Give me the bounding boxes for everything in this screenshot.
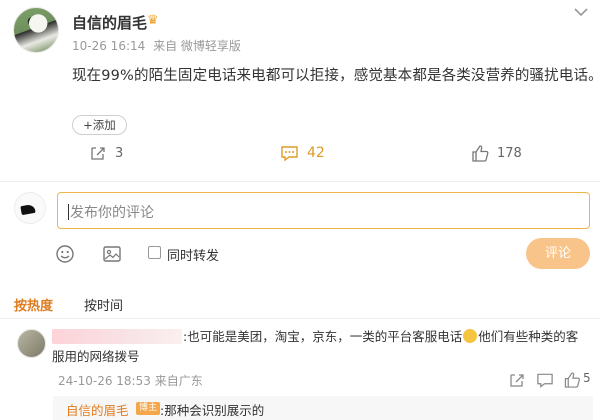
commenter-name-redacted — [52, 329, 182, 344]
image-icon[interactable] — [102, 244, 122, 264]
reply-username[interactable]: 自信的眉毛 — [66, 400, 129, 419]
author-badge: 博主 — [136, 402, 161, 415]
comment-timestamp: 24-10-26 18:53 — [58, 374, 151, 388]
author-username[interactable]: 自信的眉毛 — [72, 12, 147, 33]
add-tag-button[interactable]: +添加 — [72, 115, 127, 135]
share-button[interactable]: 3 — [89, 143, 123, 163]
comment-count: 42 — [307, 145, 325, 161]
post-timestamp[interactable]: 10-26 16:14 — [72, 39, 145, 53]
text-cursor — [68, 204, 69, 220]
divider — [0, 181, 600, 182]
emoji-icon — [463, 329, 478, 343]
repost-label[interactable]: 同时转发 — [167, 245, 219, 264]
post-text: 现在99%的陌生固定电话来电都可以拒接，感觉基本都是各类没营养的骚扰电话。 — [72, 68, 600, 84]
chevron-down-icon[interactable] — [573, 6, 589, 18]
weibo-post: 自信的眉毛 ♛ 10-26 16:14 来自 微博轻享版 现在99%的陌生固定电… — [0, 0, 600, 180]
reply-container — [53, 396, 593, 420]
share-count: 3 — [115, 145, 124, 161]
comment-text-line2: 服用的网络拨号 — [52, 349, 140, 364]
submit-comment-button[interactable]: 评论 — [526, 238, 590, 269]
share-icon — [91, 147, 105, 160]
emoji-icon[interactable] — [55, 244, 75, 264]
sort-by-hot-tab[interactable]: 按热度 — [14, 295, 53, 314]
current-user-avatar — [14, 192, 46, 224]
comment-placeholder: 发布你的评论 — [70, 205, 154, 221]
author-avatar[interactable] — [13, 7, 59, 53]
thumbs-up-icon — [472, 144, 489, 162]
share-icon[interactable] — [508, 372, 526, 388]
commenter-avatar[interactable] — [17, 329, 46, 358]
crown-icon: ♛ — [147, 13, 159, 28]
like-count: 178 — [497, 145, 522, 161]
comment-input[interactable]: 发布你的评论 — [57, 192, 590, 229]
divider — [0, 318, 600, 319]
comment-text-part2: 他们有些种类的客 — [478, 329, 579, 344]
comment-icon — [281, 146, 298, 161]
post-source: 来自 微博轻享版 — [153, 39, 241, 53]
comment-text: :也可能是美团，淘宝，京东，一类的平台客服电话 他们有些种类的客 — [183, 327, 593, 347]
thumbs-up-icon[interactable] — [563, 372, 581, 388]
comment-text-part1: :也可能是美团，淘宝，京东，一类的平台客服电话 — [183, 329, 463, 344]
comment-like-count: 5 — [583, 371, 591, 385]
comment-meta: 24-10-26 18:53 来自广东 — [58, 372, 203, 389]
comment-location: 来自广东 — [154, 374, 203, 388]
comment-button[interactable]: 42 — [280, 143, 325, 163]
reply-text: :那种会识别展示的 — [160, 403, 265, 418]
comment-icon[interactable] — [536, 372, 554, 388]
sort-by-time-tab[interactable]: 按时间 — [84, 295, 123, 314]
like-button[interactable]: 178 — [471, 143, 522, 163]
post-meta: 10-26 16:14 来自 微博轻享版 — [72, 37, 245, 54]
repost-checkbox[interactable] — [148, 246, 161, 259]
